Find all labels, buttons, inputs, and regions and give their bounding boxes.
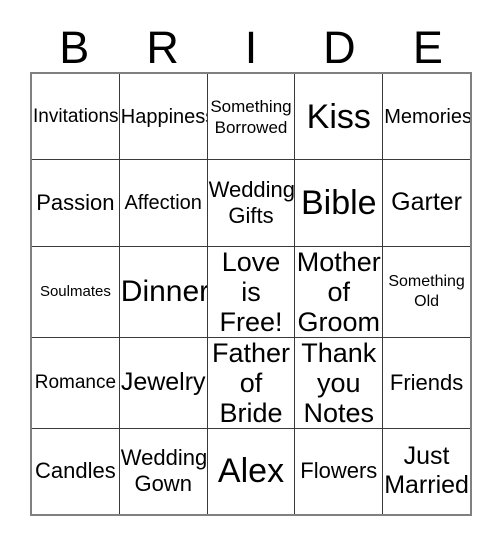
header-letter-b: B [59, 22, 90, 73]
bingo-cell-label: Friends [389, 369, 464, 395]
bingo-cell[interactable]: Just Married [383, 429, 470, 514]
bingo-cell[interactable]: Kiss [295, 74, 384, 160]
bingo-cell-label: Wedding Gifts [208, 176, 296, 228]
bingo-cell[interactable]: Invitations [32, 74, 120, 160]
bingo-cell[interactable]: Memories [383, 74, 470, 159]
bingo-cell[interactable]: Something Old [383, 247, 470, 337]
bingo-cell[interactable]: Wedding Gifts [208, 160, 296, 246]
bingo-cell[interactable]: Happiness [120, 74, 208, 160]
bingo-cell[interactable]: Friends [383, 338, 470, 428]
bingo-cell-label: Garter [391, 188, 463, 217]
bingo-cell[interactable]: Mother of Groom [295, 246, 384, 337]
bingo-card: B R I D E Invitations Happiness Somethin… [0, 0, 500, 544]
bingo-cell-label: Love is Free! [219, 246, 283, 337]
bingo-cell-label: Thank you Notes [301, 337, 377, 428]
bingo-header-letters: B R I D E [30, 14, 472, 72]
bingo-row: Candles Wedding Gown Alex Flowers Just M… [32, 428, 470, 514]
bingo-cell-label: Happiness [120, 105, 208, 128]
bingo-cell-label: Dinner [120, 274, 208, 308]
bingo-cell[interactable]: Thank you Notes [295, 337, 384, 428]
bingo-row: Passion Affection Wedding Gifts Bible Ga… [32, 160, 470, 247]
bingo-cell-label: Kiss [306, 97, 371, 136]
bingo-cell-label: Jewelry [120, 368, 206, 397]
header-letter-d: D [323, 22, 356, 73]
bingo-cell[interactable]: Passion [32, 160, 120, 246]
header-letter-r: R [146, 22, 179, 73]
bingo-cell[interactable]: Soulmates [32, 246, 120, 337]
bingo-cell[interactable]: Candles [32, 428, 120, 514]
bingo-row: Invitations Happiness Something Borrowed… [32, 74, 470, 161]
bingo-cell[interactable]: Alex [208, 428, 296, 514]
bingo-cell-label: Father of Bride [211, 337, 291, 428]
bingo-cell-label: Passion [36, 189, 115, 215]
bingo-cell[interactable]: Affection [120, 160, 208, 246]
header-letter-e: E [412, 22, 443, 73]
bingo-cell-label: Something Borrowed [210, 96, 292, 137]
bingo-cell-label: Alex [217, 452, 285, 491]
bingo-cell[interactable]: Jewelry [120, 337, 208, 428]
bingo-cell-label: Just Married [384, 442, 469, 500]
bingo-cell-label: Wedding Gown [120, 445, 208, 497]
bingo-cell[interactable]: Love is Free! [208, 246, 296, 337]
bingo-cell[interactable]: Flowers [295, 428, 384, 514]
bingo-cell-label: Bible [300, 183, 377, 222]
bingo-cell-label: Flowers [300, 458, 378, 484]
bingo-cell-label: Romance [34, 372, 117, 394]
bingo-cell[interactable]: Father of Bride [208, 337, 296, 428]
bingo-cell-label: Invitations [33, 106, 119, 128]
bingo-cell[interactable]: Romance [32, 337, 120, 428]
bingo-cell[interactable]: Wedding Gown [120, 428, 208, 514]
bingo-cell-label: Something Old [388, 272, 465, 310]
bingo-cell[interactable]: Something Borrowed [208, 74, 296, 160]
bingo-row: Romance Jewelry Father of Bride Thank yo… [32, 337, 470, 429]
bingo-cell-label: Soulmates [39, 282, 111, 300]
header-letter-i: I [244, 22, 258, 73]
bingo-row: Soulmates Dinner Love is Free! Mother of… [32, 246, 470, 338]
bingo-cell-label: Affection [124, 191, 202, 214]
bingo-cell-label: Candles [35, 458, 116, 484]
bingo-cell-label: Memories [384, 105, 470, 128]
bingo-cell[interactable]: Dinner [120, 246, 208, 337]
bingo-cell[interactable]: Bible [295, 160, 384, 246]
bingo-grid: Invitations Happiness Something Borrowed… [30, 72, 472, 516]
bingo-cell[interactable]: Garter [383, 160, 470, 245]
bingo-cell-label: Mother of Groom [296, 246, 381, 337]
